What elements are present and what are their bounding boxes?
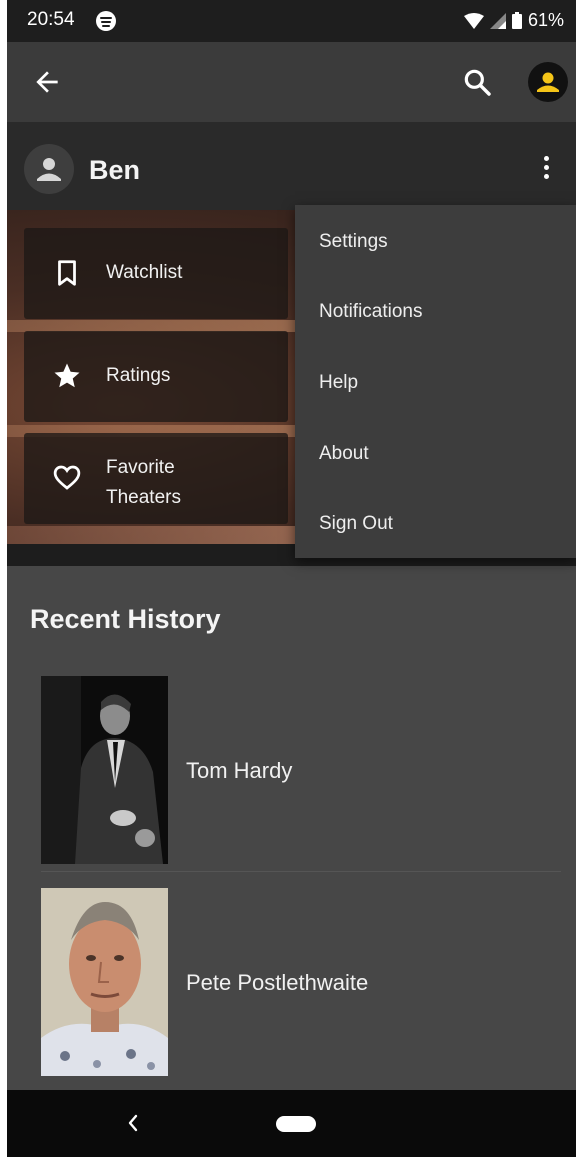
person-icon	[37, 158, 61, 181]
list-divider	[41, 871, 561, 872]
pete-postlethwaite-photo	[41, 888, 168, 1076]
favorite-theaters-label-line2: Theaters	[106, 487, 181, 508]
ratings-label: Ratings	[106, 365, 171, 386]
status-bar: 20:54 61%	[7, 0, 576, 42]
status-time: 20:54	[27, 9, 75, 30]
favorite-theaters-label-line1: Favorite	[106, 457, 175, 478]
favorite-theaters-label: Favorite Theaters	[106, 453, 181, 513]
system-nav-bar	[7, 1090, 576, 1157]
actor-photo-image	[41, 676, 168, 864]
profile-name: Ben	[89, 155, 141, 185]
account-icon	[537, 72, 559, 92]
favorite-theaters-tile[interactable]: Favorite Theaters	[24, 433, 288, 524]
menu-item-notifications[interactable]: Notifications	[319, 301, 423, 323]
profile-avatar	[24, 144, 74, 194]
tom-hardy-photo	[41, 676, 168, 864]
more-vert-icon[interactable]	[539, 156, 553, 182]
account-avatar-button[interactable]	[528, 62, 568, 102]
heart-icon	[53, 465, 81, 490]
bookmark-icon	[58, 260, 76, 286]
nav-back-icon[interactable]	[125, 1112, 141, 1134]
wifi-icon	[463, 12, 484, 29]
phone-screen: 20:54 61% Ben Watchlist Ratings Favorite…	[7, 0, 576, 1157]
history-item[interactable]: Pete Postlethwaite	[7, 888, 567, 1100]
menu-item-help[interactable]: Help	[319, 372, 358, 394]
profile-header: Ben	[7, 122, 576, 210]
watchlist-tile[interactable]: Watchlist	[24, 228, 288, 319]
battery-percent: 61%	[527, 10, 564, 30]
history-item-name: Pete Postlethwaite	[186, 970, 369, 995]
recent-history-title: Recent History	[30, 604, 221, 634]
menu-item-settings[interactable]: Settings	[319, 231, 388, 253]
battery-icon	[511, 12, 522, 29]
app-bar	[7, 42, 576, 122]
actor-photo-image	[41, 888, 168, 1076]
spotify-icon	[96, 11, 116, 31]
menu-item-sign-out[interactable]: Sign Out	[319, 513, 393, 535]
ratings-tile[interactable]: Ratings	[24, 331, 288, 422]
nav-home-pill[interactable]	[276, 1116, 316, 1132]
back-arrow-icon[interactable]	[31, 66, 63, 98]
watchlist-label: Watchlist	[106, 262, 183, 283]
menu-item-about[interactable]: About	[319, 443, 369, 465]
overflow-menu: Settings Notifications Help About Sign O…	[295, 205, 576, 558]
history-item[interactable]: Tom Hardy	[7, 676, 567, 888]
search-icon[interactable]	[461, 66, 493, 98]
history-item-name: Tom Hardy	[186, 758, 293, 783]
signal-icon	[489, 12, 506, 29]
status-right: 61%	[463, 10, 564, 31]
star-icon	[54, 363, 80, 388]
